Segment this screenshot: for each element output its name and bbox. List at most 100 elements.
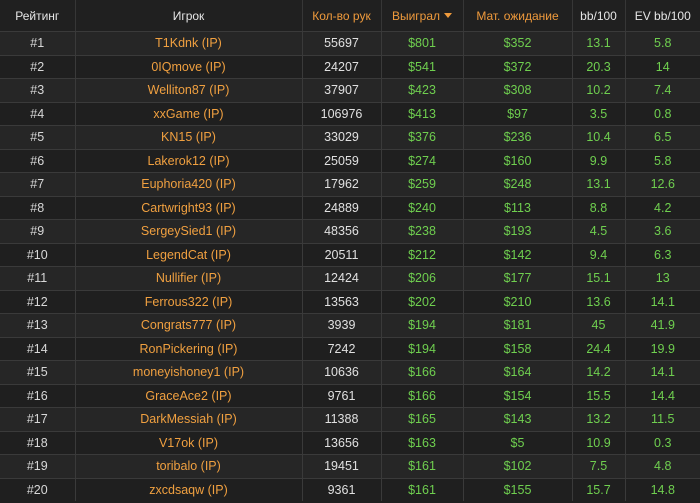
evbb100-cell: 0.8 [624, 101, 700, 126]
caret-down-icon [444, 12, 453, 18]
evbb100-cell: 14.4 [624, 383, 700, 408]
ev-cell: $352 [462, 31, 572, 55]
evbb100-cell: 4.2 [624, 195, 700, 220]
won-cell: $166 [380, 383, 463, 408]
rank-cell: #12 [0, 289, 75, 314]
player-link[interactable]: GraceAce2 (IP) [74, 383, 302, 408]
rank-cell: #14 [0, 336, 75, 361]
table-row: #17 DarkMessiah (IP) 11388 $165 $143 13.2 11.5 [0, 407, 700, 431]
rank-cell: #16 [0, 383, 75, 408]
rank-cell: #17 [0, 407, 75, 431]
table-row: #5 KN15 (IP) 33029 $376 $236 10.4 6.5 [0, 125, 700, 149]
bb100-cell: 7.5 [571, 454, 625, 478]
hands-cell: 20511 [301, 242, 381, 267]
hands-cell: 24889 [301, 195, 381, 220]
hands-cell: 9761 [301, 383, 381, 408]
rank-cell: #4 [0, 101, 75, 126]
player-link[interactable]: Welliton87 (IP) [74, 78, 302, 102]
evbb100-cell: 14.8 [624, 477, 700, 501]
bb100-cell: 3.5 [571, 101, 625, 126]
player-link[interactable]: Cartwright93 (IP) [74, 195, 302, 220]
player-link[interactable]: KN15 (IP) [74, 125, 302, 149]
bb100-cell: 24.4 [571, 336, 625, 361]
won-cell: $376 [380, 125, 463, 149]
won-cell: $274 [380, 148, 463, 173]
rank-cell: #8 [0, 195, 75, 220]
hands-cell: 24207 [301, 54, 381, 79]
player-link[interactable]: LegendCat (IP) [74, 242, 302, 267]
hands-cell: 12424 [301, 266, 381, 290]
ev-cell: $193 [462, 219, 572, 243]
player-link[interactable]: toribalo (IP) [74, 454, 302, 478]
bb100-cell: 15.5 [571, 383, 625, 408]
table-row: #3 Welliton87 (IP) 37907 $423 $308 10.2 7.4 [0, 78, 700, 102]
player-link[interactable]: Congrats777 (IP) [74, 313, 302, 337]
player-link[interactable]: Nullifier (IP) [74, 266, 302, 290]
table-row: #2 0IQmove (IP) 24207 $541 $372 20.3 14 [0, 54, 700, 79]
rank-cell: #5 [0, 125, 75, 149]
bb100-cell: 8.8 [571, 195, 625, 220]
table-row: #14 RonPickering (IP) 7242 $194 $158 24.4 19.9 [0, 336, 700, 361]
header-ev-sort[interactable]: Мат. ожидание [462, 0, 572, 32]
evbb100-cell: 6.3 [624, 242, 700, 267]
won-cell: $413 [380, 101, 463, 126]
evbb100-cell: 14.1 [624, 360, 700, 384]
won-cell: $202 [380, 289, 463, 314]
rank-cell: #10 [0, 242, 75, 267]
header-hands-sort[interactable]: Кол-во рук [301, 0, 381, 32]
player-link[interactable]: SergeySied1 (IP) [74, 219, 302, 243]
player-link[interactable]: RonPickering (IP) [74, 336, 302, 361]
player-link[interactable]: Euphoria420 (IP) [74, 172, 302, 196]
table-row: #7 Euphoria420 (IP) 17962 $259 $248 13.1 12.6 [0, 172, 700, 196]
table-row: #18 V17ok (IP) 13656 $163 $5 10.9 0.3 [0, 430, 700, 455]
header-hands-label: Кол-во рук [312, 8, 371, 23]
bb100-cell: 20.3 [571, 54, 625, 79]
evbb100-cell: 6.5 [624, 125, 700, 149]
won-cell: $194 [380, 313, 463, 337]
rank-cell: #6 [0, 148, 75, 173]
header-bb100-label: bb/100 [580, 8, 617, 23]
ev-cell: $5 [462, 430, 572, 455]
player-link[interactable]: Ferrous322 (IP) [74, 289, 302, 314]
ev-cell: $177 [462, 266, 572, 290]
ev-cell: $158 [462, 336, 572, 361]
header-bb100: bb/100 [571, 0, 625, 32]
ev-cell: $97 [462, 101, 572, 126]
table-row: #20 zxcdsaqw (IP) 9361 $161 $155 15.7 14.8 [0, 477, 700, 501]
rank-cell: #2 [0, 54, 75, 79]
ev-cell: $143 [462, 407, 572, 431]
ev-cell: $142 [462, 242, 572, 267]
won-cell: $194 [380, 336, 463, 361]
player-link[interactable]: V17ok (IP) [74, 430, 302, 455]
player-link[interactable]: xxGame (IP) [74, 101, 302, 126]
won-cell: $259 [380, 172, 463, 196]
header-player-label: Игрок [172, 8, 205, 23]
header-row: Рейтинг Игрок Кол-во рук Выиграл Мат. ож… [0, 0, 700, 32]
bb100-cell: 45 [571, 313, 625, 337]
player-link[interactable]: zxcdsaqw (IP) [74, 477, 302, 501]
hands-cell: 48356 [301, 219, 381, 243]
ev-cell: $155 [462, 477, 572, 501]
player-link[interactable]: Lakerok12 (IP) [74, 148, 302, 173]
rank-cell: #13 [0, 313, 75, 337]
bb100-cell: 9.4 [571, 242, 625, 267]
header-won-sort[interactable]: Выиграл [380, 0, 463, 32]
rank-cell: #1 [0, 31, 75, 55]
player-link[interactable]: moneyishoney1 (IP) [74, 360, 302, 384]
bb100-cell: 15.1 [571, 266, 625, 290]
ev-cell: $154 [462, 383, 572, 408]
header-player: Игрок [74, 0, 302, 32]
bb100-cell: 9.9 [571, 148, 625, 173]
player-link[interactable]: DarkMessiah (IP) [74, 407, 302, 431]
bb100-cell: 10.2 [571, 78, 625, 102]
ev-cell: $160 [462, 148, 572, 173]
bb100-cell: 13.1 [571, 31, 625, 55]
hands-cell: 13656 [301, 430, 381, 455]
player-link[interactable]: T1Kdnk (IP) [74, 31, 302, 55]
table-row: #16 GraceAce2 (IP) 9761 $166 $154 15.5 14.4 [0, 383, 700, 408]
table-row: #13 Congrats777 (IP) 3939 $194 $181 45 41.9 [0, 313, 700, 337]
player-link[interactable]: 0IQmove (IP) [74, 54, 302, 79]
won-cell: $238 [380, 219, 463, 243]
header-rank-label: Рейтинг [15, 8, 60, 23]
won-cell: $541 [380, 54, 463, 79]
